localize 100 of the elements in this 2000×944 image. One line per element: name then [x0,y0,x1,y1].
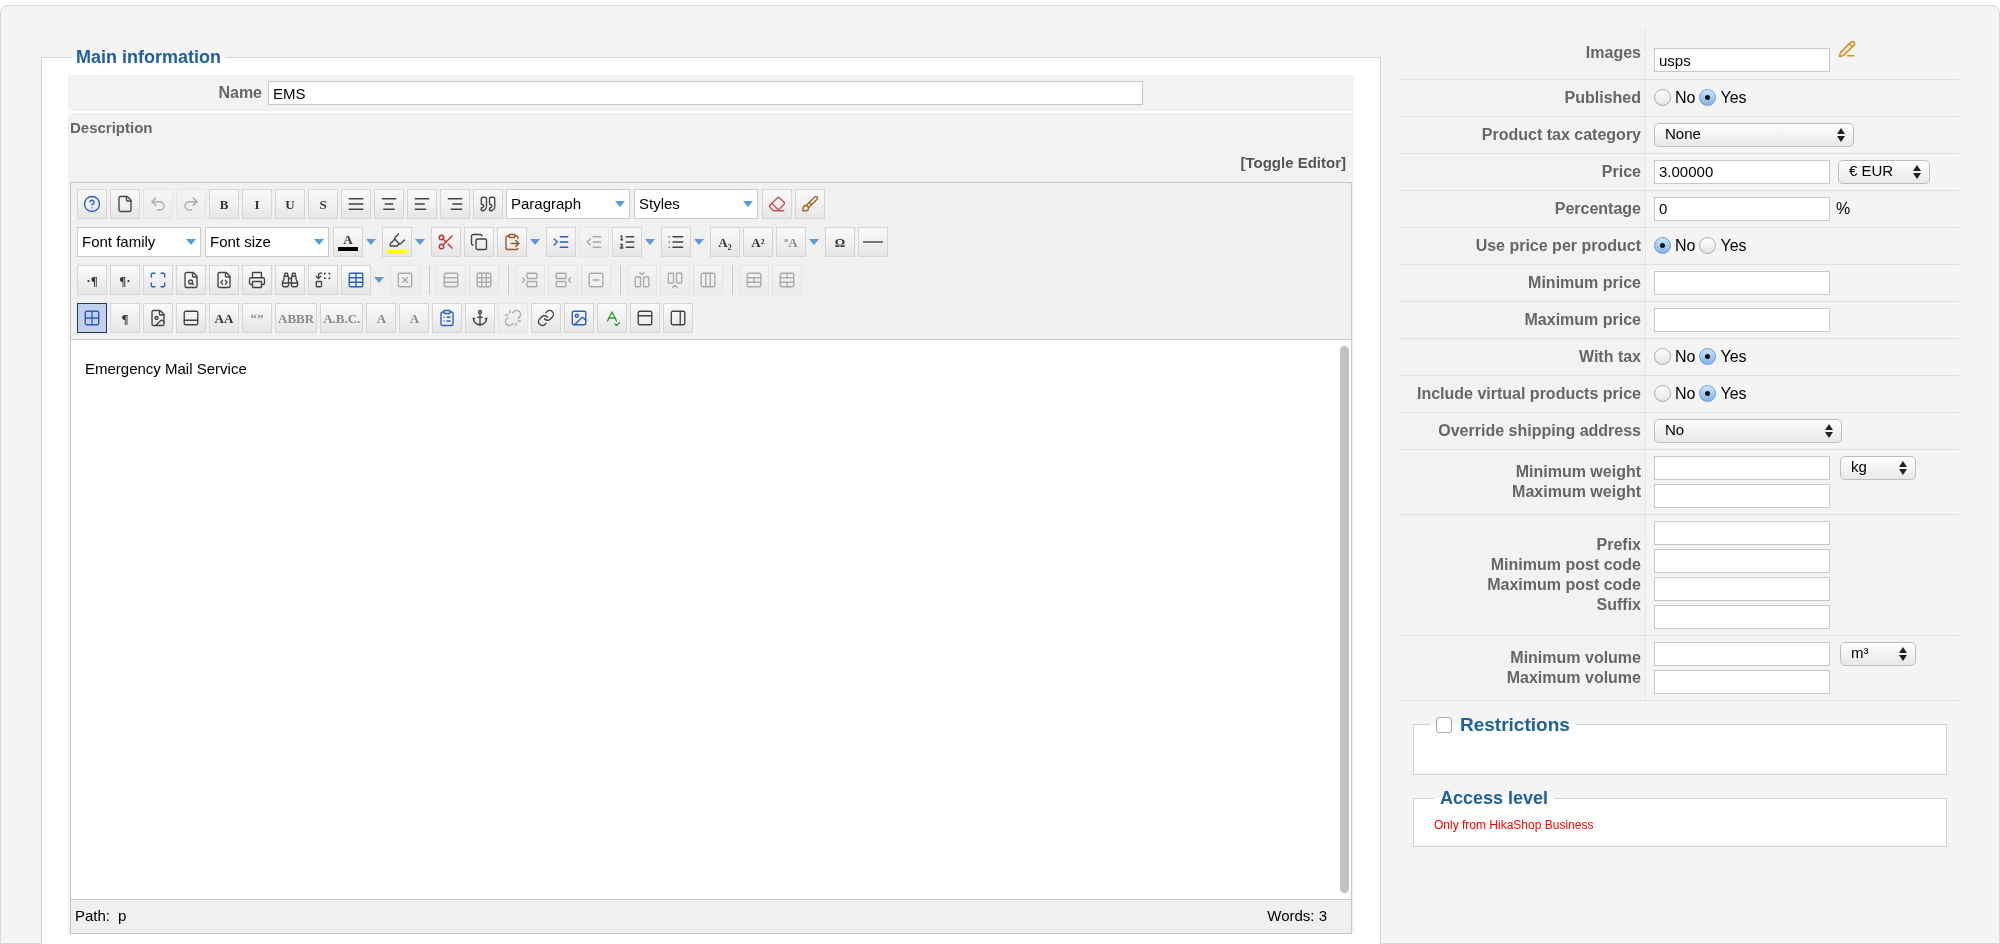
caret-icon [743,201,753,207]
updown-icon [1913,164,1921,179]
page-icon [116,195,134,213]
insert-column-before-icon [633,271,651,289]
fullscreen-icon [149,271,167,289]
text-field[interactable]: 0 [1654,196,1830,221]
panel-top-icon [636,309,655,327]
format-select[interactable]: Styles [634,189,758,219]
text-field[interactable]: 3.00000 [1654,159,1830,184]
field-label: Maximum volume [1506,667,1641,688]
radio-label: Yes [1720,383,1747,404]
editor-content-area[interactable]: Emergency Mail Service [71,340,1351,899]
replace-icon [314,271,332,289]
field-label: Override shipping address [1438,420,1641,441]
radio-label: No [1675,346,1696,367]
toolbar-button[interactable]: S [308,189,338,219]
align-justify-icon [347,195,365,213]
format-select[interactable]: Font family [77,227,201,257]
field-label: Maximum weight [1512,481,1641,502]
clipboard-icon [503,233,521,251]
panel-right-icon [669,309,688,327]
field-label: Product tax category [1481,124,1641,145]
caret-icon [615,201,625,207]
toolbar-button[interactable]: ·¶ [77,265,107,295]
toolbar-button[interactable]: U [275,189,305,219]
split-cells-icon [745,271,763,289]
updown-icon [1825,423,1833,438]
field-label: Suffix [1596,594,1641,615]
updown-icon [1899,646,1907,661]
caret-icon [374,277,384,283]
radio-label: Yes [1720,87,1747,108]
radio-button[interactable] [1654,348,1671,365]
toolbar-button[interactable]: I [242,189,272,219]
text-field[interactable] [1654,270,1830,295]
undo-icon [149,195,167,213]
file-search-icon [182,271,200,289]
image-icon [570,309,589,327]
currency-select[interactable]: € EUR [1838,159,1930,184]
clipboard-list-icon [438,309,457,327]
field-label: Images [1585,43,1641,64]
toolbar-button[interactable]: Ω [825,227,855,257]
radio-label: Yes [1720,235,1747,256]
format-select[interactable]: Paragraph [506,189,630,219]
field-label: Prefix [1596,534,1641,555]
toolbar-button[interactable]: A₂ [710,227,740,257]
quote-icon [479,195,497,213]
text-field[interactable] [1654,669,1830,694]
field-label: Minimum volume [1510,647,1641,668]
file-image-icon [149,309,167,327]
toolbar-button[interactable] [77,303,107,333]
text-field[interactable] [1654,455,1830,480]
text-field[interactable] [1654,548,1830,573]
toggle-editor-link[interactable]: [Toggle Editor] [1240,151,1346,174]
radio-button[interactable] [1699,385,1717,402]
unit-select[interactable]: m³ [1840,641,1916,666]
toolbar-button[interactable]: A [333,227,363,257]
bullet-list-icon [667,233,685,251]
merge-cells-icon [778,271,796,289]
field-label: Percentage [1554,198,1641,219]
field-label: Maximum price [1524,309,1641,330]
unlink-icon [504,309,523,327]
caret-icon [415,239,425,245]
dropdown-select[interactable]: No [1654,418,1842,443]
radio-button[interactable] [1699,348,1717,365]
caret-icon [186,239,196,245]
radio-button[interactable] [1699,89,1717,106]
checkbox[interactable] [1436,716,1452,733]
radio-button[interactable] [1699,237,1717,254]
caret-icon [314,239,324,245]
dropdown-select[interactable]: None [1654,122,1854,147]
text-field[interactable] [1654,641,1830,666]
editor-text: Emergency Mail Service [84,359,248,379]
toolbar-button[interactable]: B [209,189,239,219]
radio-button[interactable] [1654,237,1671,254]
radio-button[interactable] [1654,89,1671,106]
align-left-icon [413,195,431,213]
name-field[interactable]: EMS [268,81,1143,105]
text-field[interactable] [1654,604,1830,629]
format-select[interactable]: Font size [205,227,329,257]
text-field[interactable] [1654,483,1830,508]
field-label: Published [1564,87,1641,108]
field-label: Price [1601,161,1641,182]
edit-icon[interactable] [1838,40,1856,58]
copy-icon [470,233,488,251]
word-count: Words: 3 [1267,906,1328,927]
columns-icon [699,271,717,289]
toolbar-button[interactable]: ¶· [110,265,140,295]
text-field[interactable] [1654,307,1830,332]
radio-button[interactable] [1654,385,1671,402]
field-label: With tax [1578,346,1641,367]
text-field[interactable] [1654,576,1830,601]
unit-select[interactable]: kg [1840,455,1916,480]
toolbar-button[interactable]: AA [209,303,239,333]
access-note: Only from HikaShop Business [1434,817,1594,832]
field-label: Use price per product [1475,235,1641,256]
field-label: Name [217,83,263,103]
toolbar-button[interactable]: A² [743,227,773,257]
text-field[interactable]: usps [1654,48,1830,72]
text-field[interactable] [1654,520,1830,545]
toolbar-button[interactable]: ¶ [110,303,140,333]
